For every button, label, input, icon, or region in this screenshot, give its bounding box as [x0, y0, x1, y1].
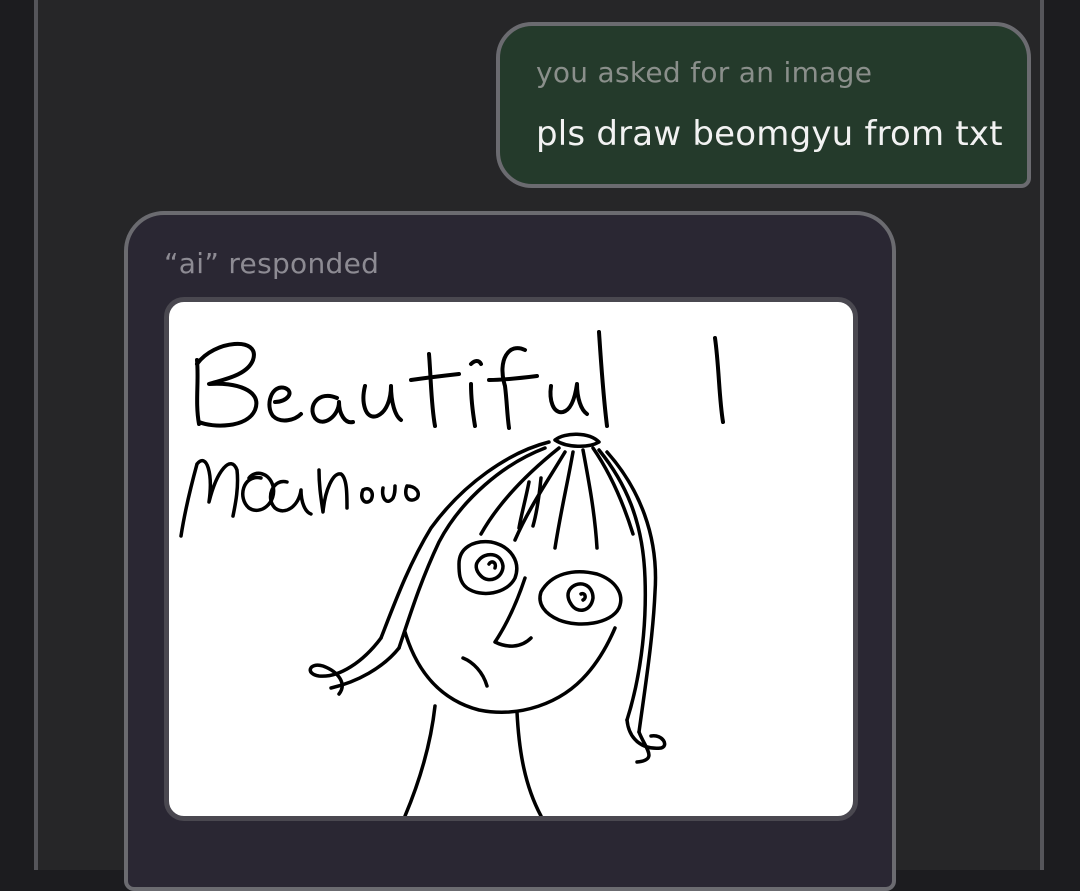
user-message-text: pls draw beomgyu from txt — [536, 114, 1003, 154]
handwriting-beautiful — [195, 330, 725, 430]
sketch-face — [403, 539, 623, 714]
ai-response-caption: “ai” responded — [164, 247, 380, 280]
user-message-bubble: you asked for an image pls draw beomgyu … — [496, 22, 1031, 188]
chat-panel: you asked for an image pls draw beomgyu … — [34, 0, 1044, 891]
user-message-caption: you asked for an image — [536, 56, 873, 89]
sketch-neck — [403, 704, 543, 816]
ai-response-bubble: “ai” responded — [124, 211, 896, 891]
generated-image[interactable] — [164, 297, 858, 821]
handwriting-man — [179, 458, 420, 538]
sketch-drawing — [179, 330, 725, 816]
